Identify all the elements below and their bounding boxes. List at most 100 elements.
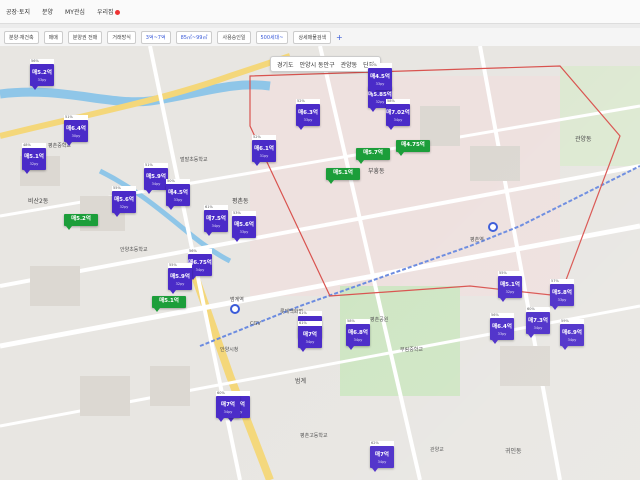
pin-price: 매7.02억 — [386, 110, 410, 116]
listing-price-pin[interactable]: 매5.2억 — [64, 214, 98, 230]
filter-approval-date[interactable]: 사용승인일 — [217, 30, 251, 44]
filter-sale[interactable]: 매매 — [43, 30, 63, 44]
district-label: 비산2동 — [28, 198, 49, 205]
listing-price-pin[interactable]: 59% 매6.9억 34py — [560, 319, 584, 350]
listing-price-pin[interactable]: 60% 매7억 34py — [216, 391, 240, 422]
nav-presale[interactable]: 분양 — [42, 7, 53, 16]
listing-price-pin[interactable]: 51% 매6.4억 30py — [64, 115, 88, 146]
pin-size: 34py — [305, 340, 315, 344]
breadcrumb-province[interactable]: 경기도 — [277, 60, 294, 69]
listing-price-pin[interactable]: 58% 매7.02억 34py — [386, 99, 410, 130]
pin-size: 34py — [353, 338, 363, 342]
map-canvas[interactable]: 경기도 안양시 동안구 관양동 단지 비산2동 부흥동 평촌동 관양동 귀인동 … — [0, 46, 640, 480]
listing-price-pin[interactable]: 매5.1억 — [152, 296, 186, 312]
pin-price: 매4.75억 — [401, 142, 425, 148]
listing-price-pin[interactable]: 58% 매6.8억 34py — [346, 319, 370, 350]
filter-price-range[interactable]: 3억~7억 — [140, 30, 171, 44]
pin-price: 매5.1억 — [159, 298, 179, 304]
place-label: 관양교 — [430, 447, 444, 453]
listing-price-pin[interactable]: 55% 매5.6억 32py — [112, 186, 136, 217]
nav-my-interest[interactable]: MY관심 — [65, 7, 85, 16]
pin-ratio-tag: 62% — [370, 441, 394, 446]
pin-ratio-tag: 52% — [252, 135, 276, 140]
subway-station-icon[interactable] — [230, 304, 240, 314]
listing-price-pin[interactable]: 56% 매5.2억 33py — [30, 59, 54, 90]
listing-price-pin[interactable]: 52% 매6.1억 31py — [252, 135, 276, 166]
place-label: 범계역 — [230, 297, 244, 303]
filter-households[interactable]: 500세대~ — [255, 30, 289, 44]
top-navigation: 공장·토지 분양 MY관심 우리집 — [0, 0, 640, 24]
pin-price: 매7억 — [375, 452, 389, 458]
pin-price: 매5.7억 — [363, 150, 383, 156]
listing-price-pin[interactable]: 53% 매5.6억 33py — [232, 211, 256, 242]
nav-our-home-label: 우리집 — [96, 9, 114, 16]
nav-factory-land[interactable]: 공장·토지 — [6, 7, 30, 16]
pin-ratio-tag: 55% — [112, 186, 136, 191]
pin-size: 32py — [505, 290, 515, 294]
nav-our-home[interactable]: 우리집 — [97, 7, 120, 16]
pin-size: 34py — [393, 118, 403, 122]
pin-ratio-tag: 50% — [368, 63, 392, 68]
pin-price: 매4.5억 — [370, 74, 390, 80]
pin-size: 33py — [557, 298, 567, 302]
pin-size: 34py — [223, 410, 233, 414]
pin-ratio-tag: 59% — [560, 319, 584, 324]
place-label: 부림중학교 — [400, 347, 424, 353]
pin-price: 매4.5억 — [168, 190, 188, 196]
pin-price: 매7억 — [303, 332, 317, 338]
pin-price: 매5.2억 — [71, 216, 91, 222]
listing-price-pin[interactable]: 매5.1억 — [326, 168, 360, 184]
pin-ratio-tag: 56% — [188, 249, 212, 254]
location-breadcrumb[interactable]: 경기도 안양시 동안구 관양동 단지 — [270, 56, 382, 72]
listing-price-pin[interactable]: 매4.75억 — [396, 140, 430, 156]
listing-price-pin[interactable]: 60% 매7.3억 34py — [526, 307, 550, 338]
listing-price-pin[interactable]: 55% 매5.9억 32py — [168, 263, 192, 294]
pin-size: 33py — [375, 82, 385, 86]
listing-price-pin[interactable]: 51% 매5.9억 34py — [144, 163, 168, 194]
filter-trade-type[interactable]: 거래방식 — [107, 30, 136, 44]
listing-price-pin[interactable]: 57% 매5.8억 33py — [550, 279, 574, 310]
listing-price-pin[interactable]: 48% 매5.1억 32py — [22, 143, 46, 174]
listing-price-pin[interactable]: 62% 매7억 34py — [370, 441, 394, 472]
pin-size: 33py — [37, 78, 47, 82]
filter-detail-search[interactable]: 상세매물검색 — [293, 30, 332, 44]
pin-price: 매5.6억 — [114, 197, 134, 203]
filter-bar: 분양·재건축 매매 분양권 전매 거래방식 3억~7억 85㎡~99㎡ 사용승인… — [0, 28, 640, 46]
district-label: 범계 — [295, 378, 307, 385]
pin-price: 매6.8억 — [348, 330, 368, 336]
pin-price: 매6.4억 — [492, 324, 512, 330]
pin-size: 34py — [377, 460, 387, 464]
listing-price-pin[interactable]: 55% 매5.1억 32py — [498, 271, 522, 302]
place-label: CGV — [250, 321, 261, 327]
filter-presale-redevelop[interactable]: 분양·재건축 — [4, 30, 39, 44]
pin-ratio-tag: 61% — [298, 321, 322, 326]
listing-price-pin[interactable]: 52% 매6.3억 33py — [296, 99, 320, 130]
pin-price: 매7.5억 — [206, 216, 226, 222]
subway-station-icon[interactable] — [488, 222, 498, 232]
breadcrumb-dong[interactable]: 관양동 — [341, 60, 358, 69]
listing-price-pin[interactable]: 61% 매7억 34py — [298, 321, 322, 352]
app-screen: 공장·토지 분양 MY관심 우리집 분양·재건축 매매 분양권 전매 거래방식 … — [0, 0, 640, 480]
pin-price: 매6.4억 — [66, 126, 86, 132]
add-filter-icon[interactable]: + — [336, 33, 343, 42]
district-label: 부흥동 — [368, 168, 385, 175]
pin-ratio-tag: 51% — [144, 163, 168, 168]
place-label: 벌말초등학교 — [180, 157, 208, 163]
breadcrumb-city[interactable]: 안양시 동안구 — [300, 60, 335, 69]
listing-price-pin[interactable]: 매5.7억 — [356, 148, 390, 164]
filter-area-range[interactable]: 85㎡~99㎡ — [175, 30, 213, 44]
listing-price-pin[interactable]: 56% 매6.4억 33py — [490, 313, 514, 344]
map-base-layer — [0, 46, 640, 480]
pin-size: 33py — [173, 198, 183, 202]
pin-ratio-tag: 55% — [168, 263, 192, 268]
pin-size: 33py — [239, 230, 249, 234]
filter-presale-right[interactable]: 분양권 전매 — [67, 30, 103, 44]
pin-size: 34py — [151, 182, 161, 186]
place-label: 평촌고등학교 — [300, 433, 328, 439]
listing-price-pin[interactable]: 61% 매7.5억 34py — [204, 205, 228, 236]
pin-price: 매5.2억 — [32, 70, 52, 76]
listing-price-pin[interactable]: 50% 매4.5억 33py — [368, 63, 392, 94]
listing-price-pin[interactable]: 50% 매4.5억 33py — [166, 179, 190, 210]
district-label: 관양동 — [575, 136, 592, 143]
pin-ratio-tag: 58% — [346, 319, 370, 324]
